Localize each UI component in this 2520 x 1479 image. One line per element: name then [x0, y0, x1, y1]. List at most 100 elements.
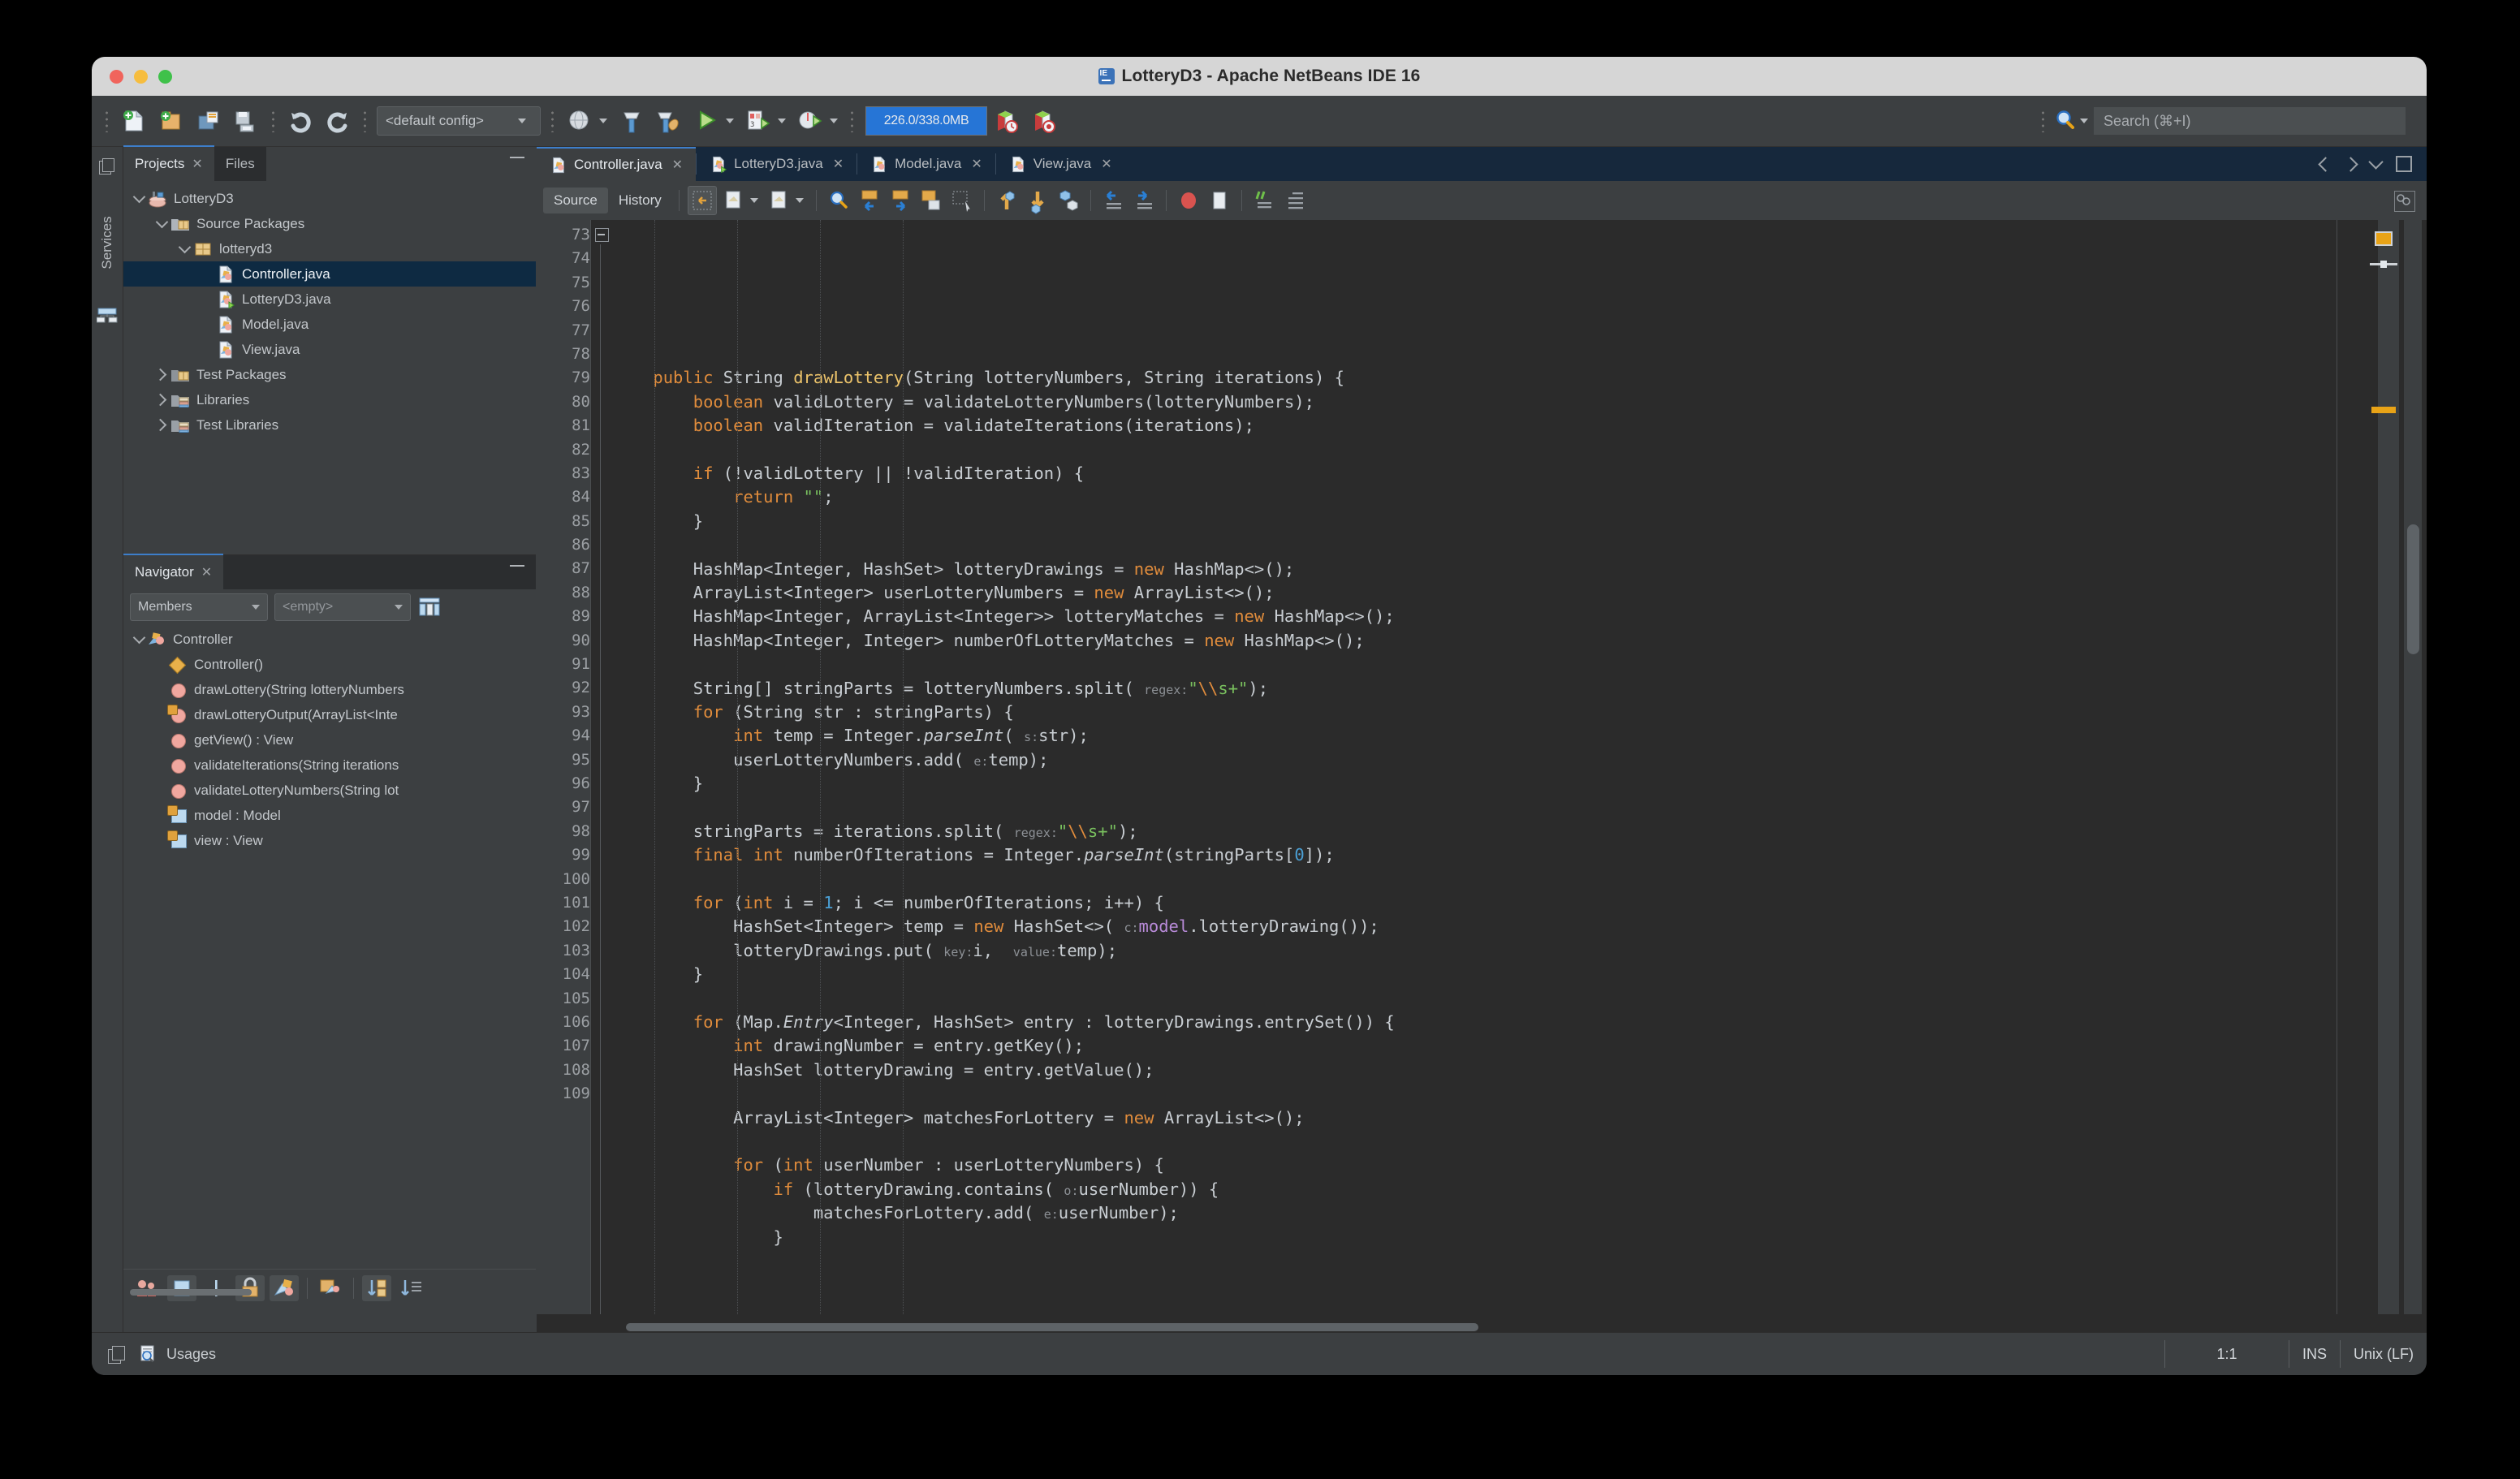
- insert-mode-indicator[interactable]: INS: [2288, 1340, 2340, 1368]
- sidebar-item-services[interactable]: Services: [99, 198, 115, 287]
- back-edit-icon[interactable]: [766, 187, 793, 214]
- lock-icon[interactable]: [235, 1275, 265, 1301]
- inherited-members-icon[interactable]: [133, 1275, 162, 1301]
- navigator-member-item[interactable]: validateIterations(String iterations: [123, 752, 536, 778]
- memory-gauge[interactable]: 226.0/338.0MB: [865, 106, 987, 136]
- line-number[interactable]: 104: [537, 963, 590, 986]
- constructor-bar-icon[interactable]: [201, 1275, 231, 1301]
- line-number[interactable]: 106: [537, 1011, 590, 1034]
- code-line[interactable]: int drawingNumber = entry.getKey();: [613, 1034, 2337, 1058]
- code-text[interactable]: public String drawLottery(String lottery…: [613, 220, 2337, 1314]
- chevron-down-icon[interactable]: [175, 240, 193, 254]
- code-line[interactable]: [613, 1082, 2337, 1106]
- search-icon[interactable]: [2052, 107, 2079, 135]
- code-line[interactable]: public String drawLottery(String lottery…: [613, 366, 2337, 390]
- line-number[interactable]: 109: [537, 1082, 590, 1106]
- editor-horizontal-scrollbar[interactable]: [613, 1321, 2331, 1332]
- last-edit-icon[interactable]: [720, 187, 748, 214]
- code-line[interactable]: [613, 533, 2337, 557]
- server-icon[interactable]: [96, 308, 118, 326]
- code-line[interactable]: HashMap<Integer, ArrayList<Integer>> lot…: [613, 605, 2337, 628]
- code-line[interactable]: }: [613, 963, 2337, 986]
- code-line[interactable]: for (int userNumber : userLotteryNumbers…: [613, 1153, 2337, 1177]
- editor-tab[interactable]: Model.java ✕: [857, 147, 995, 181]
- tree-item[interactable]: View.java: [123, 337, 536, 362]
- tab-source[interactable]: Source: [543, 188, 608, 213]
- code-line[interactable]: }: [613, 510, 2337, 533]
- line-number[interactable]: 91: [537, 653, 590, 676]
- code-line[interactable]: boolean validIteration = validateIterati…: [613, 414, 2337, 438]
- code-line[interactable]: ArrayList<Integer> userLotteryNumbers = …: [613, 581, 2337, 605]
- static-members-icon[interactable]: [270, 1275, 299, 1301]
- line-number[interactable]: 105: [537, 987, 590, 1011]
- usages-window-button[interactable]: Usages: [139, 1345, 216, 1363]
- tree-item[interactable]: Libraries: [123, 387, 536, 412]
- line-number[interactable]: 98: [537, 820, 590, 843]
- toolbar-grip-5[interactable]: [850, 110, 854, 132]
- code-fold-column[interactable]: [590, 220, 614, 1314]
- shift-right-icon[interactable]: [1130, 187, 1158, 214]
- new-file-icon[interactable]: [118, 105, 150, 137]
- tab-navigator[interactable]: Navigator ✕: [123, 554, 224, 589]
- code-line[interactable]: matchesForLottery.add( e:userNumber);: [613, 1201, 2337, 1225]
- line-number[interactable]: 83: [537, 462, 590, 485]
- scrollbar-thumb[interactable]: [626, 1323, 1478, 1331]
- tab-history[interactable]: History: [608, 188, 672, 213]
- code-line[interactable]: ArrayList<Integer> matchesForLottery = n…: [613, 1106, 2337, 1130]
- line-number[interactable]: 86: [537, 533, 590, 557]
- search-input[interactable]: Search (⌘+I): [2094, 107, 2406, 135]
- chevron-down-icon[interactable]: [2368, 154, 2384, 170]
- line-number[interactable]: 100: [537, 868, 590, 891]
- line-number[interactable]: 77: [537, 319, 590, 343]
- navigator-horizontal-scrollbar[interactable]: [130, 1289, 252, 1296]
- line-number[interactable]: 85: [537, 510, 590, 533]
- chevron-right-icon[interactable]: [2343, 156, 2358, 172]
- tree-item-selected[interactable]: Controller.java: [123, 261, 536, 287]
- warning-marker[interactable]: [2371, 407, 2396, 413]
- hammer-broom-icon[interactable]: [653, 105, 685, 137]
- tab-projects[interactable]: Projects ✕: [123, 145, 214, 181]
- line-number[interactable]: 108: [537, 1059, 590, 1082]
- documents-icon[interactable]: [108, 1346, 125, 1364]
- toolbar-grip-6[interactable]: [2041, 110, 2045, 132]
- stop-icon[interactable]: [1206, 187, 1233, 214]
- line-number[interactable]: 82: [537, 438, 590, 462]
- line-number[interactable]: 73: [537, 223, 590, 247]
- line-number[interactable]: 97: [537, 796, 590, 819]
- line-number[interactable]: 75: [537, 271, 590, 295]
- line-number[interactable]: 99: [537, 843, 590, 867]
- line-number[interactable]: 74: [537, 247, 590, 270]
- hammer-icon[interactable]: [615, 105, 648, 137]
- line-number[interactable]: 101: [537, 891, 590, 915]
- navigator-member-item[interactable]: validateLotteryNumbers(String lot: [123, 778, 536, 803]
- globe-icon[interactable]: [563, 105, 596, 137]
- code-editor[interactable]: 73 74 75 76 77 78 79 80 81 82 83 84 85 86 87 88 89 90 91 92…: [537, 220, 2427, 1334]
- navigator-member-item[interactable]: Controller: [123, 627, 536, 652]
- code-line[interactable]: [613, 653, 2337, 676]
- close-icon[interactable]: ✕: [201, 564, 212, 580]
- profile-icon[interactable]: [794, 105, 826, 137]
- documents-icon[interactable]: [99, 158, 114, 175]
- editor-vertical-scrollbar[interactable]: [2404, 220, 2422, 1314]
- chevron-down-icon[interactable]: [778, 119, 786, 123]
- code-line[interactable]: HashMap<Integer, Integer> numberOfLotter…: [613, 629, 2337, 653]
- editor-tab[interactable]: View.java ✕: [996, 147, 1125, 181]
- chevron-down-icon[interactable]: [830, 119, 838, 123]
- navigator-scope-select[interactable]: Members: [130, 593, 268, 621]
- project-config-selector[interactable]: <default config>: [377, 106, 541, 136]
- navigator-member-item[interactable]: drawLottery(String lotteryNumbers: [123, 677, 536, 702]
- code-line[interactable]: stringParts = iterations.split( regex:"\…: [613, 820, 2337, 843]
- code-line[interactable]: [613, 1130, 2337, 1153]
- code-line[interactable]: [613, 987, 2337, 1011]
- chevron-down-icon[interactable]: [130, 190, 148, 204]
- rectangular-selection-icon[interactable]: [687, 186, 717, 215]
- code-line[interactable]: for (Map.Entry<Integer, HashSet> entry :…: [613, 1011, 2337, 1034]
- bookmark-icon[interactable]: [1055, 187, 1082, 214]
- code-line[interactable]: for (String str : stringParts) {: [613, 701, 2337, 724]
- nested-classes-icon[interactable]: [316, 1275, 345, 1301]
- toolbar-grip-2[interactable]: [271, 110, 275, 132]
- maximize-icon[interactable]: [2396, 156, 2412, 172]
- line-ending-indicator[interactable]: Unix (LF): [2339, 1340, 2427, 1368]
- code-line[interactable]: for (int i = 1; i <= numberOfIterations;…: [613, 891, 2337, 915]
- find-previous-icon[interactable]: [856, 187, 883, 214]
